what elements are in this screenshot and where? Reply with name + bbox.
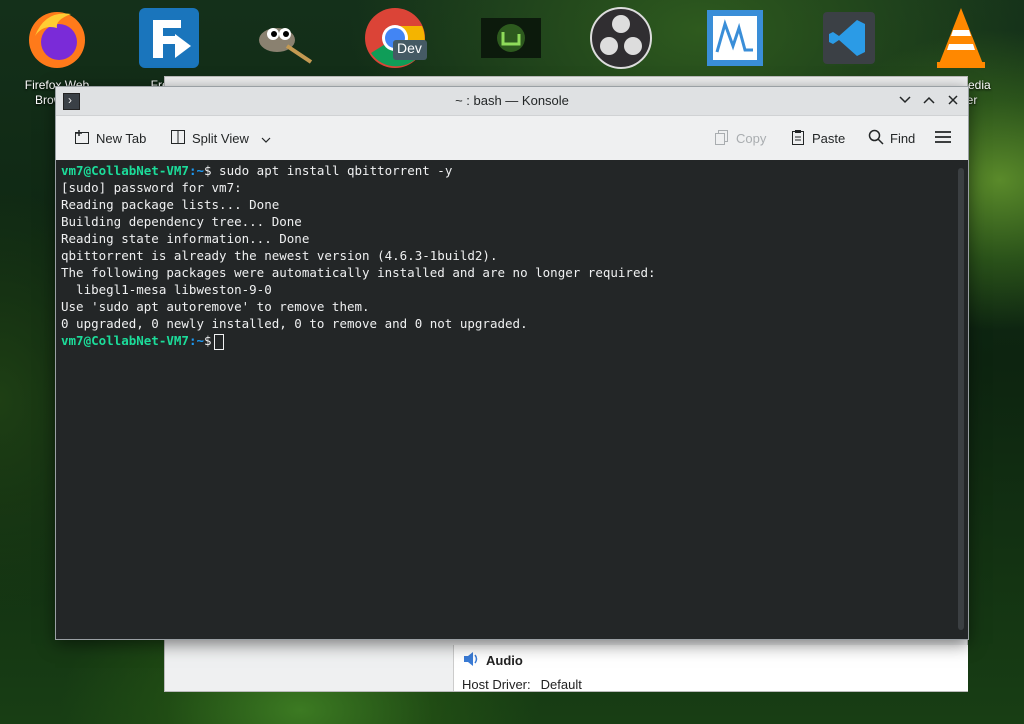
hamburger-menu-icon <box>935 130 951 147</box>
close-icon <box>948 95 958 105</box>
konsole-window[interactable]: ~ : bash — Konsole New Tab Split View <box>55 86 969 640</box>
chevron-up-icon <box>923 96 935 104</box>
new-tab-label: New Tab <box>96 130 147 146</box>
copy-button[interactable]: Copy <box>714 127 766 149</box>
command-line: vm7@CollabNet-VM7:~$ sudo apt install qb… <box>61 162 656 179</box>
firefox-icon <box>25 6 89 70</box>
dev-badge: Dev <box>397 40 422 56</box>
paste-icon <box>790 129 806 148</box>
wavemeter-icon <box>703 6 767 70</box>
terminal-scrollbar[interactable] <box>958 168 964 630</box>
vlc-icon <box>929 6 993 70</box>
copy-label: Copy <box>736 130 767 146</box>
title-bar[interactable]: ~ : bash — Konsole <box>56 87 968 116</box>
prompt-line[interactable]: vm7@CollabNet-VM7:~$ <box>61 332 656 350</box>
output-line: libegl1-mesa libweston-9-0 <box>61 282 272 297</box>
new-tab-button[interactable]: New Tab <box>74 127 146 149</box>
split-view-label: Split View <box>192 130 249 146</box>
paste-button[interactable]: Paste <box>790 127 845 149</box>
find-button[interactable]: Find <box>868 127 915 149</box>
search-icon <box>868 129 884 148</box>
host-driver-label: Host Driver: <box>462 677 531 692</box>
prompt-symbol: $ <box>204 163 212 178</box>
prompt-symbol: $ <box>204 333 212 348</box>
new-tab-icon <box>74 129 90 148</box>
terminal-output: vm7@CollabNet-VM7:~$ sudo apt install qb… <box>61 162 656 350</box>
paste-label: Paste <box>812 130 846 146</box>
output-line: The following packages were automaticall… <box>61 265 656 280</box>
details-pane: Audio Host Driver: Default <box>453 645 968 692</box>
text-cursor <box>213 333 224 350</box>
output-line: qbittorrent is already the newest versio… <box>61 248 498 263</box>
output-line: [sudo] password for vm7: <box>61 180 242 195</box>
output-line: Reading package lists... Done <box>61 197 280 212</box>
command-text: sudo apt install qbittorrent -y <box>211 163 453 178</box>
prompt-path: :~ <box>188 163 204 178</box>
output-line: 0 upgraded, 0 newly installed, 0 to remo… <box>61 316 528 331</box>
obs-icon <box>589 6 653 70</box>
prompt-path: :~ <box>188 333 204 348</box>
host-driver-row: Host Driver: Default <box>462 677 582 692</box>
chrome-dev-icon: Dev <box>363 6 427 70</box>
split-view-button[interactable]: Split View <box>170 127 271 149</box>
window-title: ~ : bash — Konsole <box>455 93 569 108</box>
find-label: Find <box>890 130 916 146</box>
speaker-icon <box>462 651 480 670</box>
prompt-user: vm7@CollabNet-VM7 <box>61 333 189 348</box>
toolbar: New Tab Split View Copy Paste Find <box>56 116 968 161</box>
copy-icon <box>714 129 730 148</box>
audio-section-title: Audio <box>486 653 523 668</box>
minimize-button[interactable] <box>896 91 914 109</box>
terminal-area[interactable]: vm7@CollabNet-VM7:~$ sudo apt install qb… <box>56 160 968 639</box>
host-driver-value: Default <box>540 677 582 692</box>
freefilesync-icon <box>137 6 201 70</box>
output-line: Use 'sudo apt autoremove' to remove them… <box>61 299 370 314</box>
maximize-button[interactable] <box>920 91 938 109</box>
prompt-user: vm7@CollabNet-VM7 <box>61 163 189 178</box>
gimp-icon <box>251 6 315 70</box>
chevron-down-icon <box>261 131 271 146</box>
vscode-icon <box>817 6 881 70</box>
linux-mint-icon <box>479 6 543 70</box>
audio-section-header: Audio <box>462 651 523 670</box>
chevron-down-icon <box>899 96 911 104</box>
output-line: Building dependency tree... Done <box>61 214 302 229</box>
split-view-icon <box>170 129 186 148</box>
output-line: Reading state information... Done <box>61 231 310 246</box>
hamburger-menu-button[interactable] <box>935 127 951 149</box>
close-button[interactable] <box>944 91 962 109</box>
